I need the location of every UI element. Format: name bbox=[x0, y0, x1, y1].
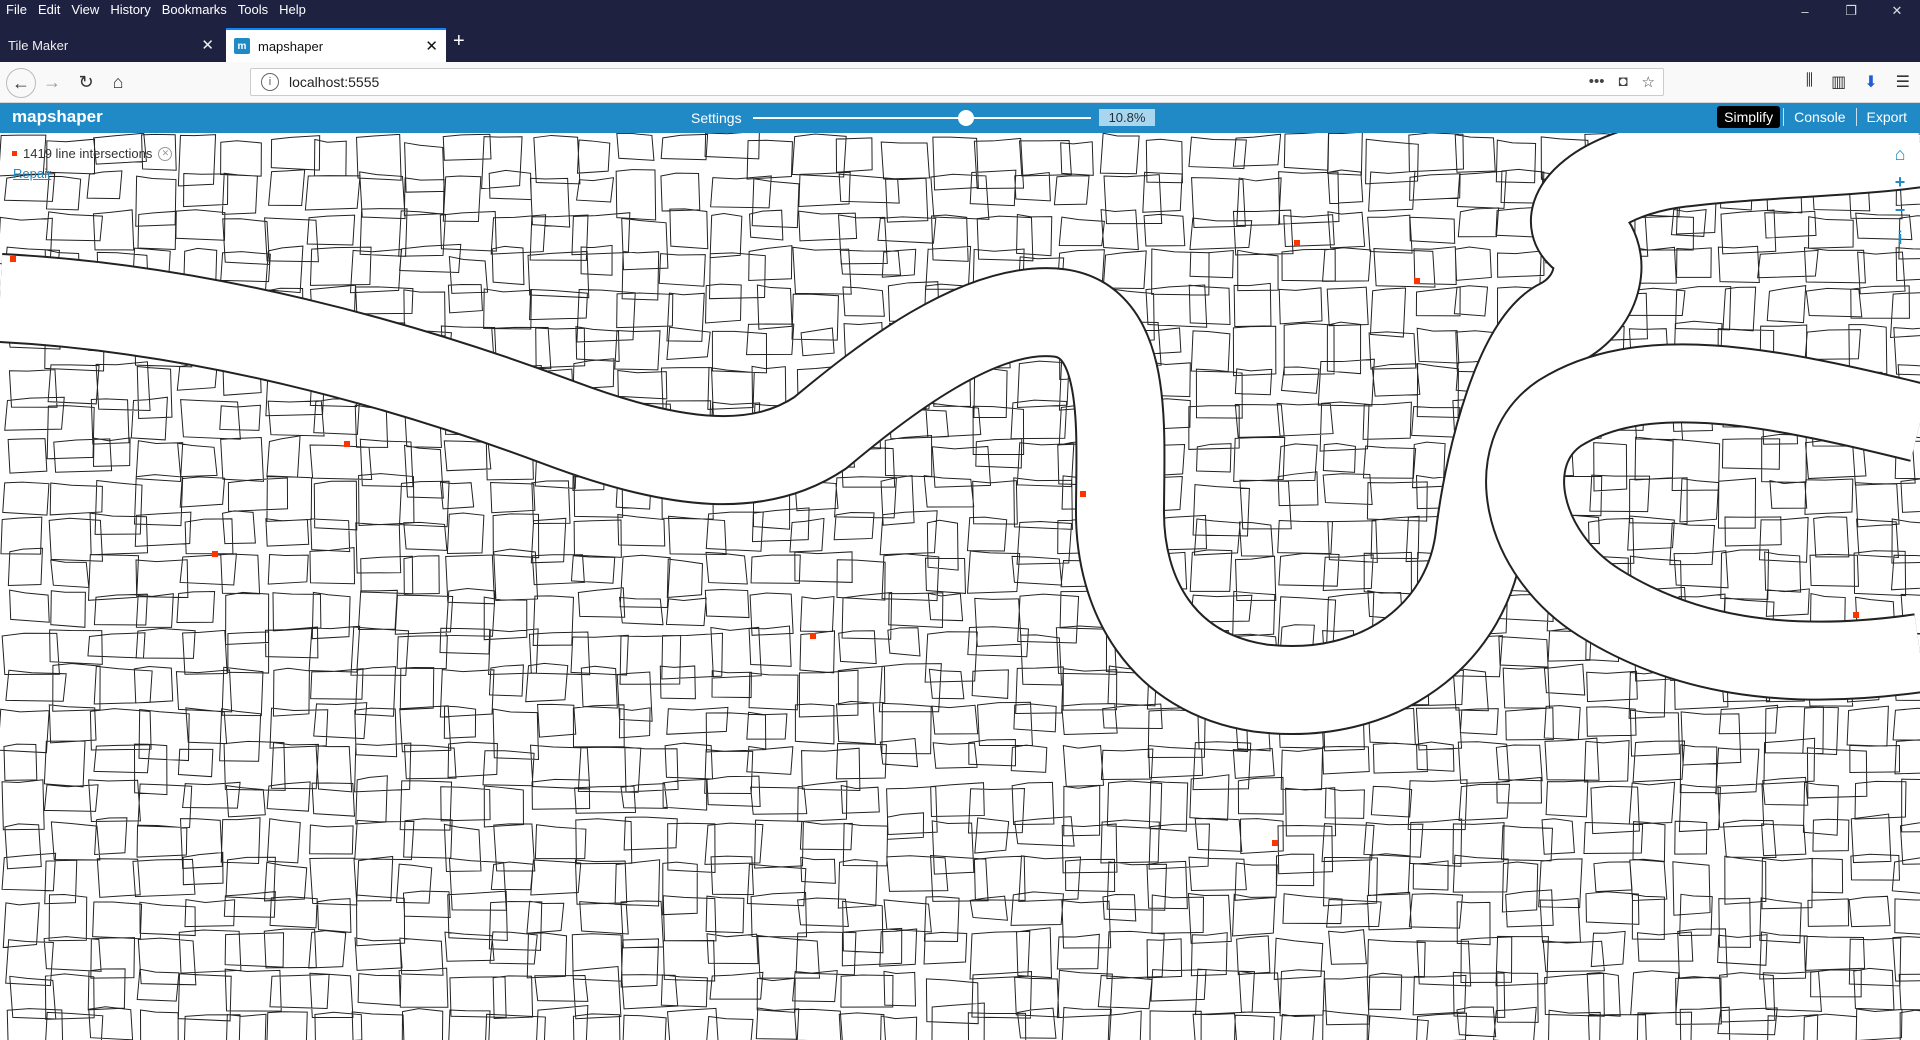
repair-link[interactable]: Repair bbox=[13, 166, 51, 181]
menu-items: File Edit View History Bookmarks Tools H… bbox=[6, 2, 317, 17]
tab-mapshaper[interactable]: m mapshaper ✕ bbox=[226, 28, 446, 62]
simplify-button[interactable]: Simplify bbox=[1717, 106, 1781, 128]
map-controls: ⌂ + − i bbox=[1890, 144, 1910, 248]
new-tab-icon[interactable]: + bbox=[453, 30, 465, 53]
map-polygons[interactable] bbox=[0, 133, 1920, 1040]
reload-icon[interactable]: ↻ bbox=[72, 68, 100, 96]
intersection-point[interactable] bbox=[1080, 491, 1086, 497]
map-canvas[interactable] bbox=[0, 133, 1920, 1040]
sidebar-icon[interactable]: ▥ bbox=[1831, 72, 1846, 92]
intersection-point[interactable] bbox=[1414, 278, 1420, 284]
menu-edit[interactable]: Edit bbox=[38, 2, 60, 17]
intersection-marker-icon bbox=[12, 151, 17, 156]
intersections-text: 1419 line intersections bbox=[23, 146, 153, 161]
app-logo: mapshaper bbox=[12, 107, 103, 126]
info-icon[interactable]: i bbox=[1890, 228, 1910, 248]
intersection-point[interactable] bbox=[10, 256, 16, 262]
mapshaper-header: mapshaper Settings 10.8% Simplify Consol… bbox=[0, 103, 1920, 133]
download-icon[interactable]: ⬇ bbox=[1864, 72, 1877, 92]
close-tab-icon[interactable]: ✕ bbox=[425, 37, 438, 55]
bookmark-star-icon[interactable]: ☆ bbox=[1642, 73, 1655, 91]
pocket-icon[interactable]: ◘ bbox=[1618, 73, 1627, 91]
console-button[interactable]: Console bbox=[1787, 106, 1852, 128]
divider bbox=[1855, 108, 1857, 126]
hamburger-menu-icon[interactable]: ☰ bbox=[1896, 72, 1910, 92]
more-actions-icon[interactable]: ••• bbox=[1589, 73, 1605, 91]
intersection-point[interactable] bbox=[344, 441, 350, 447]
close-window-icon[interactable]: ✕ bbox=[1874, 0, 1920, 22]
export-button[interactable]: Export bbox=[1860, 106, 1914, 128]
home-icon[interactable]: ⌂ bbox=[1890, 144, 1910, 164]
url-bar[interactable]: i localhost:5555 ••• ◘ ☆ bbox=[250, 68, 1664, 96]
intersection-point[interactable] bbox=[1853, 612, 1859, 618]
zoom-out-icon[interactable]: − bbox=[1890, 200, 1910, 220]
restore-icon[interactable]: ❐ bbox=[1828, 0, 1874, 22]
close-notice-icon[interactable]: ✕ bbox=[158, 146, 173, 161]
close-tab-icon[interactable]: ✕ bbox=[201, 36, 214, 54]
divider bbox=[1783, 108, 1785, 126]
library-icon[interactable]: ⫼ bbox=[1806, 72, 1813, 92]
intersection-point[interactable] bbox=[1294, 240, 1300, 246]
url-actions: ••• ◘ ☆ bbox=[1589, 73, 1655, 91]
intersection-point[interactable] bbox=[212, 551, 218, 557]
menu-tools[interactable]: Tools bbox=[238, 2, 268, 17]
back-icon[interactable]: ← bbox=[6, 68, 36, 98]
url-text: localhost:5555 bbox=[289, 74, 380, 90]
zoom-in-icon[interactable]: + bbox=[1890, 172, 1910, 192]
menu-file[interactable]: File bbox=[6, 2, 27, 17]
nav-bar: ← → ↻ ⌂ i localhost:5555 ••• ◘ ☆ ⫼ ▥ ⬇ ☰ bbox=[0, 62, 1920, 103]
settings-button[interactable]: Settings bbox=[691, 110, 742, 126]
menu-bar: File Edit View History Bookmarks Tools H… bbox=[0, 0, 1920, 22]
forward-icon[interactable]: → bbox=[38, 68, 66, 96]
toolbar-right: ⫼ ▥ ⬇ ☰ bbox=[1806, 72, 1910, 92]
tab-label: mapshaper bbox=[258, 38, 324, 54]
mapshaper-favicon-icon: m bbox=[234, 38, 250, 54]
intersection-point[interactable] bbox=[1272, 840, 1278, 846]
menu-bookmarks[interactable]: Bookmarks bbox=[162, 2, 227, 17]
site-info-icon[interactable]: i bbox=[261, 73, 279, 91]
minimize-icon[interactable]: – bbox=[1782, 0, 1828, 22]
intersection-point[interactable] bbox=[810, 633, 816, 639]
tab-tile-maker[interactable]: Tile Maker ✕ bbox=[0, 28, 222, 62]
tab-strip: Tile Maker ✕ m mapshaper ✕ bbox=[0, 22, 1920, 62]
window-controls: – ❐ ✕ bbox=[1782, 0, 1920, 22]
menu-view[interactable]: View bbox=[71, 2, 99, 17]
home-page-icon[interactable]: ⌂ bbox=[104, 68, 132, 96]
menu-history[interactable]: History bbox=[110, 2, 150, 17]
menu-help[interactable]: Help bbox=[279, 2, 306, 17]
simplify-slider-track[interactable] bbox=[753, 117, 1091, 119]
simplify-slider-handle[interactable] bbox=[957, 110, 974, 126]
simplify-percent-input[interactable]: 10.8% bbox=[1099, 109, 1155, 126]
header-buttons: Simplify Console Export bbox=[1717, 106, 1914, 128]
tab-label: Tile Maker bbox=[8, 37, 69, 53]
intersections-notice: 1419 line intersections ✕ bbox=[12, 146, 173, 161]
